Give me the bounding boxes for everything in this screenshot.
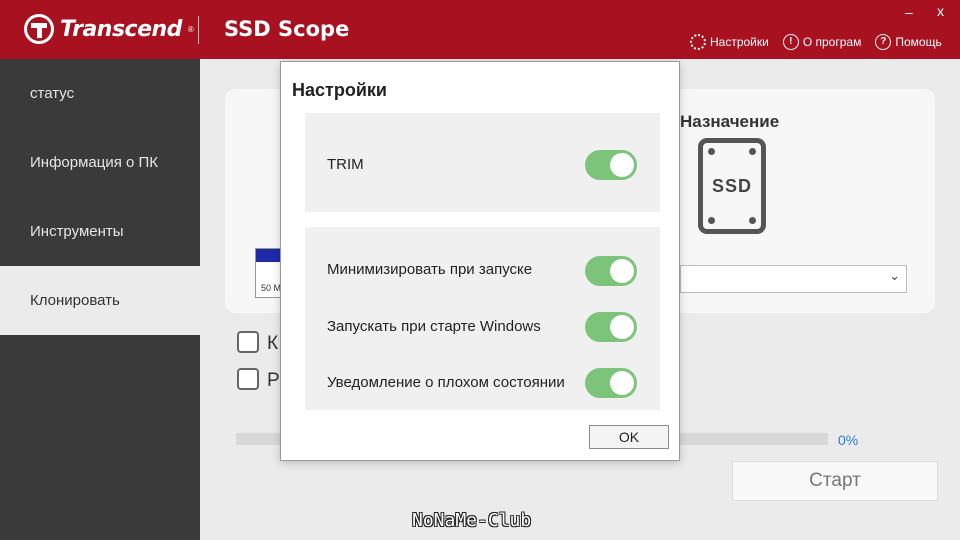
help-link[interactable]: ? Помощь bbox=[875, 34, 942, 50]
trim-label: TRIM bbox=[327, 156, 364, 173]
ssd-screw-icon bbox=[749, 148, 756, 155]
bad-health-notification-toggle[interactable] bbox=[585, 368, 637, 398]
sidebar-item-label: Инструменты bbox=[30, 223, 124, 240]
sidebar-item-tools[interactable]: Инструменты bbox=[0, 197, 200, 266]
sidebar-item-pc-info[interactable]: Информация о ПК bbox=[0, 128, 200, 197]
ssd-icon-text: SSD bbox=[711, 176, 752, 196]
info-icon: ! bbox=[782, 34, 799, 50]
brand-name: Transcend bbox=[60, 16, 182, 42]
help-link-label: Помощь bbox=[895, 35, 942, 49]
startup-options-panel: Минимизировать при запуске Запускать при… bbox=[305, 227, 660, 410]
minimize-on-start-toggle[interactable] bbox=[585, 256, 637, 286]
checkbox-option-2[interactable] bbox=[237, 368, 259, 390]
sidebar-item-status[interactable]: статус bbox=[0, 59, 200, 128]
destination-select[interactable] bbox=[680, 265, 907, 293]
checkbox-option-1[interactable] bbox=[237, 331, 259, 353]
minimize-on-start-label: Минимизировать при запуске bbox=[327, 261, 533, 278]
header-links: Настройки ! О програм ? Помощь bbox=[690, 34, 942, 50]
sidebar-item-label: статус bbox=[30, 85, 75, 102]
transcend-logo: Transcend ® bbox=[24, 14, 194, 44]
run-on-windows-start-toggle[interactable] bbox=[585, 312, 637, 342]
partition-size-label: 50 M bbox=[261, 283, 282, 293]
bad-health-notification-label: Уведомление о плохом состоянии bbox=[327, 374, 565, 391]
settings-link-label: Настройки bbox=[710, 35, 769, 49]
brand-registered-mark: ® bbox=[187, 24, 194, 34]
progress-percent: 0% bbox=[838, 432, 859, 448]
sidebar-item-label: Информация о ПК bbox=[30, 154, 159, 171]
ssd-screw-icon bbox=[708, 148, 715, 155]
checkbox-option-1-label: К bbox=[267, 333, 279, 354]
settings-link[interactable]: Настройки bbox=[690, 34, 769, 50]
about-link-label: О програм bbox=[802, 35, 862, 49]
about-link[interactable]: ! О програм bbox=[782, 34, 862, 50]
close-button[interactable]: x bbox=[937, 3, 944, 19]
sidebar: статус Информация о ПК Инструменты Клони… bbox=[0, 59, 200, 540]
destination-label: Назначение bbox=[680, 112, 780, 131]
header-divider bbox=[198, 16, 199, 44]
dialog-title: Настройки bbox=[292, 80, 387, 100]
trim-toggle[interactable] bbox=[585, 150, 637, 180]
start-button[interactable]: Старт bbox=[732, 461, 938, 501]
sidebar-item-label: Клонировать bbox=[30, 292, 120, 309]
run-on-windows-start-label: Запускать при старте Windows bbox=[327, 318, 541, 335]
gear-icon bbox=[690, 34, 706, 50]
transcend-logo-icon bbox=[24, 14, 54, 44]
ok-button[interactable]: OK bbox=[589, 425, 669, 449]
settings-dialog: Настройки TRIM Минимизировать при запуск… bbox=[280, 61, 680, 461]
minimize-button[interactable]: – bbox=[905, 4, 913, 20]
app-header: Transcend ® SSD Scope Настройки ! О прогр… bbox=[0, 0, 960, 59]
app-title: SSD Scope bbox=[224, 17, 350, 41]
ssd-screw-icon bbox=[708, 217, 715, 224]
ssd-screw-icon bbox=[749, 217, 756, 224]
help-icon: ? bbox=[875, 34, 892, 50]
watermark-text: NoNaMe-Club bbox=[412, 510, 532, 531]
ssd-icon: SSD bbox=[698, 138, 766, 234]
checkbox-option-2-label: Р bbox=[267, 370, 280, 391]
trim-panel: TRIM bbox=[305, 113, 660, 212]
sidebar-item-clone[interactable]: Клонировать bbox=[0, 266, 200, 335]
